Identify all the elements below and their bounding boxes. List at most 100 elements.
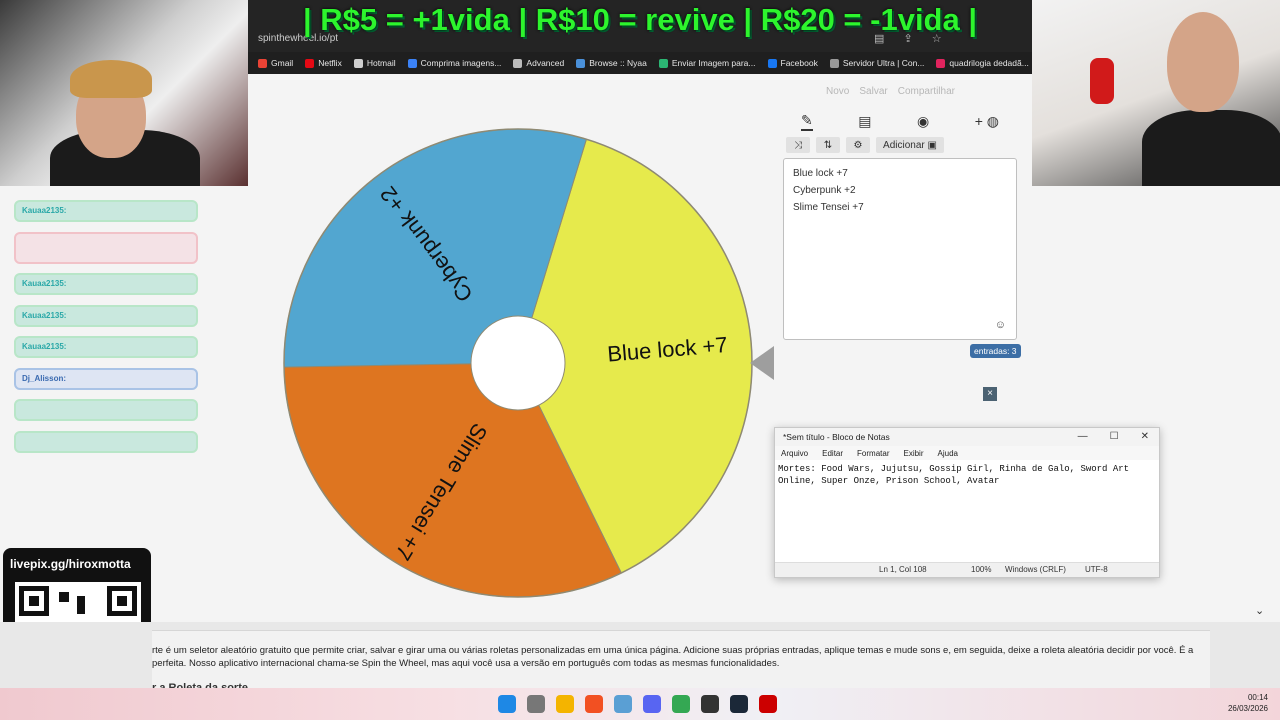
- notepad-statusbar: Ln 1, Col 108 100% Windows (CRLF) UTF-8: [775, 562, 1159, 577]
- chat-message: [14, 231, 198, 264]
- entries-textarea[interactable]: Blue lock +7 Cyberpunk +2 Slime Tensei +7 …: [783, 158, 1017, 340]
- chat-user: Kauaa2135:: [22, 279, 67, 288]
- minimize-icon[interactable]: —: [1078, 431, 1088, 442]
- bookmark-label: Advanced: [526, 58, 565, 68]
- line-ending: Windows (CRLF): [1005, 565, 1066, 574]
- bookmark-item[interactable]: Gmail: [258, 58, 293, 68]
- bookmark-favicon-icon: [936, 58, 946, 68]
- notepad-menu-item[interactable]: Formatar: [857, 449, 889, 458]
- chat-message: Kauaa2135:: [14, 336, 198, 358]
- bookmark-label: Gmail: [271, 58, 294, 68]
- notepad-text-area[interactable]: Mortes: Food Wars, Jujutsu, Gossip Girl,…: [775, 460, 1159, 556]
- zoom-level: 100%: [971, 565, 992, 574]
- chat-user: Kauaa2135:: [22, 342, 67, 351]
- taskbar-app-icon[interactable]: [498, 695, 516, 713]
- webcam-left: [0, 0, 248, 186]
- bookmark-label: Hotmail: [366, 58, 396, 68]
- chat-message: Kauaa2135:: [14, 304, 198, 327]
- notepad-menu-item[interactable]: Exibir: [903, 449, 923, 458]
- settings-gear-icon[interactable]: ⚙: [846, 137, 870, 153]
- add-button-label: Adicionar: [883, 139, 925, 151]
- maximize-icon[interactable]: ☐: [1110, 431, 1119, 442]
- bookmark-favicon-icon: [767, 58, 777, 68]
- webcam-right: [1032, 0, 1280, 186]
- bookmark-item[interactable]: Hotmail: [353, 58, 396, 68]
- bookmark-item[interactable]: Comprima imagens...: [407, 58, 502, 68]
- stream-donation-banner: | R$5 = +1vida | R$10 = revive | R$20 = …: [302, 2, 978, 37]
- close-icon[interactable]: ×: [983, 387, 997, 401]
- clock-date: 26/03/2026: [1227, 704, 1268, 713]
- bookmark-favicon-icon: [305, 58, 315, 68]
- description-line-2: perfeita. Nosso aplicativo internacional…: [152, 658, 780, 669]
- encoding: UTF-8: [1085, 565, 1108, 574]
- notepad-title: *Sem título - Bloco de Notas: [783, 432, 890, 442]
- bookmark-item[interactable]: Enviar Imagem para...: [658, 58, 756, 68]
- notepad-menu-item[interactable]: Ajuda: [938, 449, 958, 458]
- editor-tools: ⤨ ⇅ ⚙ Adicionar ▣: [786, 137, 944, 153]
- chat-message: Kauaa2135:: [14, 200, 198, 222]
- editor-tabs: ✎ ▤ ◉ + ◍: [783, 110, 1017, 132]
- taskbar-app-icon[interactable]: [527, 695, 545, 713]
- bookmark-item[interactable]: Netflix: [305, 58, 342, 68]
- spin-wheel[interactable]: Blue lock +7Slime Tensei +7Cyberpunk +2: [280, 125, 756, 601]
- notepad-line-2: Online, Super Onze, Prison School, Avata…: [778, 476, 1000, 486]
- bookmark-favicon-icon: [829, 58, 839, 68]
- taskbar-app-icon[interactable]: [701, 695, 719, 713]
- description-card: rte é um seletor aleatório gratuito que …: [152, 630, 1210, 688]
- emoji-icon[interactable]: ☺: [995, 319, 1006, 331]
- taskbar-app-icon[interactable]: [585, 695, 603, 713]
- chat-message: Dj_Alisson:: [14, 367, 198, 390]
- shuffle-icon[interactable]: ⤨: [786, 137, 810, 153]
- bookmark-item[interactable]: Servidor Ultra | Con...: [829, 58, 924, 68]
- taskbar-app-icon[interactable]: [730, 695, 748, 713]
- taskbar-icons: [498, 695, 777, 713]
- chat-user: Kauaa2135:: [22, 206, 67, 215]
- bookmark-item[interactable]: Browse :: Nyaa: [576, 58, 647, 68]
- chat-message: [14, 430, 198, 453]
- sort-icon[interactable]: ⇅: [816, 137, 840, 153]
- notepad-menu-item[interactable]: Editar: [822, 449, 843, 458]
- bookmark-favicon-icon: [576, 58, 586, 68]
- taskbar-app-icon[interactable]: [672, 695, 690, 713]
- stream-chat: Kauaa2135: Kauaa2135: Kauaa2135: Kauaa21…: [14, 200, 198, 462]
- bookmark-item[interactable]: Advanced: [513, 58, 564, 68]
- bookmark-item[interactable]: Facebook: [767, 58, 818, 68]
- notepad-line-1: Mortes: Food Wars, Jujutsu, Gossip Girl,…: [778, 464, 1130, 474]
- notepad-menu-item[interactable]: Arquivo: [781, 449, 808, 458]
- bookmark-label: quadrilogia dedadã...: [949, 58, 1029, 68]
- page-action-button[interactable]: Novo: [826, 86, 849, 97]
- bookmark-favicon-icon: [658, 58, 668, 68]
- clock-time: 00:14: [1247, 693, 1268, 702]
- description-line-1: rte é um seletor aleatório gratuito que …: [152, 645, 1194, 656]
- edit-pencil-icon[interactable]: ✎: [801, 112, 813, 131]
- notepad-window: *Sem título - Bloco de Notas — ☐ ✕ Arqui…: [774, 427, 1160, 578]
- page-action-button[interactable]: Salvar: [859, 86, 887, 97]
- close-window-icon[interactable]: ✕: [1141, 431, 1149, 442]
- taskbar-app-icon[interactable]: [759, 695, 777, 713]
- add-color-icon[interactable]: + ◍: [975, 113, 999, 130]
- page-actions: Novo Salvar Compartilhar: [826, 86, 955, 97]
- bookmark-label: Browse :: Nyaa: [589, 58, 647, 68]
- bookmark-favicon-icon: [513, 58, 523, 68]
- page-action-button[interactable]: Compartilhar: [898, 86, 955, 97]
- bookmark-label: Netflix: [318, 58, 342, 68]
- taskbar-app-icon[interactable]: [643, 695, 661, 713]
- bookmarks-bar: Gmail Netflix Hotmail Comprima imagens... Ad…: [248, 52, 1032, 74]
- chevron-down-icon[interactable]: ⌄: [1255, 604, 1264, 617]
- results-clipboard-icon[interactable]: ▤: [858, 113, 871, 130]
- entry-line: Blue lock +7: [793, 168, 848, 179]
- cursor-position: Ln 1, Col 108: [879, 565, 927, 574]
- bookmark-favicon-icon: [353, 58, 363, 68]
- entries-count-badge: entradas: 3: [970, 344, 1021, 358]
- hide-eye-icon[interactable]: ◉: [917, 113, 929, 130]
- taskbar-clock[interactable]: 00:14 26/03/2026: [1228, 692, 1268, 714]
- bookmark-label: Comprima imagens...: [420, 58, 502, 68]
- window-controls: — ☐ ✕: [1078, 431, 1149, 442]
- wheel-hub[interactable]: [470, 315, 566, 411]
- taskbar-app-icon[interactable]: [614, 695, 632, 713]
- add-image-button[interactable]: Adicionar ▣: [876, 137, 944, 153]
- taskbar-app-icon[interactable]: [556, 695, 574, 713]
- bookmark-item[interactable]: quadrilogia dedadã...: [936, 58, 1029, 68]
- wheel-pointer-icon: [750, 346, 774, 380]
- bookmark-favicon-icon: [258, 58, 267, 68]
